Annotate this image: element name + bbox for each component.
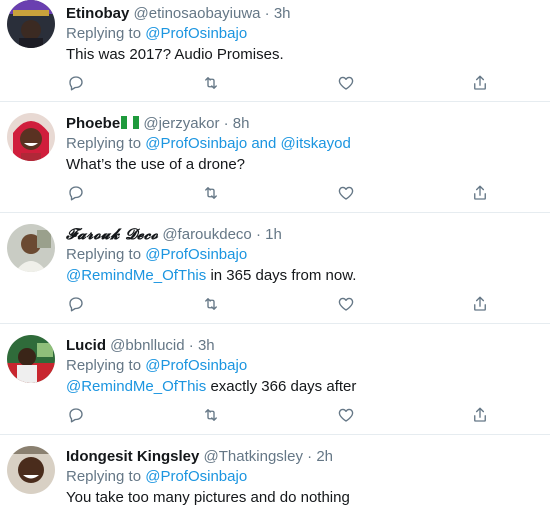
replying-to: Replying to @ProfOsinbajo [66, 356, 542, 376]
user-handle[interactable]: @Thatkingsley [204, 448, 303, 465]
display-name[interactable]: 𝓕𝓪𝓻𝓸𝓾𝓴 𝓓𝓮𝓬𝓸 [66, 225, 158, 243]
tweet-text: @RemindMe_OfThis in 365 days from now. [66, 266, 542, 286]
avatar[interactable] [7, 113, 55, 161]
share-icon[interactable] [470, 73, 490, 93]
retweet-icon[interactable] [201, 405, 221, 425]
avatar[interactable] [7, 224, 55, 272]
replying-to: Replying to @ProfOsinbajo and @itskayod [66, 134, 542, 154]
tweet-text: This was 2017? Audio Promises. [66, 46, 284, 63]
display-name[interactable]: Etinobay [66, 5, 129, 22]
like-icon[interactable] [336, 73, 356, 93]
timestamp[interactable]: 2h [316, 448, 333, 465]
mention-link[interactable]: @ProfOsinbajo [145, 25, 247, 42]
mention-link[interactable]: @ProfOsinbajo [145, 357, 247, 374]
separator: · [188, 337, 194, 354]
replying-to-label: Replying to [66, 468, 142, 485]
mention-conjunction: and [251, 135, 277, 152]
tweet-header: Lucid @bbnllucid · 3h [66, 336, 542, 355]
tweet-text: You take too many pictures and do nothin… [66, 489, 350, 506]
tweet-body: in 365 days from now. [206, 267, 357, 284]
timestamp[interactable]: 8h [233, 115, 250, 132]
user-handle[interactable]: @faroukdeco [162, 226, 251, 243]
replying-to-label: Replying to [66, 357, 142, 374]
user-handle[interactable]: @etinosaobayiuwa [134, 5, 261, 22]
reply-icon[interactable] [66, 73, 86, 93]
tweet[interactable]: Etinobay @etinosaobayiuwa · 3h Replying … [0, 0, 550, 102]
user-handle[interactable]: @jerzyakor [143, 115, 219, 132]
replying-to: Replying to @ProfOsinbajo [66, 245, 542, 265]
separator: · [255, 226, 261, 243]
tweet-text: @RemindMe_OfThis exactly 366 days after [66, 377, 542, 397]
user-handle[interactable]: @bbnllucid [110, 337, 184, 354]
like-icon[interactable] [336, 294, 356, 314]
action-bar [66, 73, 486, 93]
tweet[interactable]: Idongesit Kingsley @Thatkingsley · 2h Re… [0, 435, 550, 511]
tweet[interactable]: 𝓕𝓪𝓻𝓸𝓾𝓴 𝓓𝓮𝓬𝓸 @faroukdeco · 1h Replying to… [0, 213, 550, 324]
separator: · [307, 448, 313, 465]
display-name[interactable]: Phoebe [66, 115, 120, 132]
reply-icon[interactable] [66, 294, 86, 314]
tweet-header: Phoebe @jerzyakor · 8h [66, 114, 542, 133]
share-icon[interactable] [470, 294, 490, 314]
replying-to-label: Replying to [66, 246, 142, 263]
action-bar [66, 405, 486, 425]
share-icon[interactable] [470, 405, 490, 425]
replying-to-label: Replying to [66, 135, 142, 152]
mention-link[interactable]: @ProfOsinbajo [145, 246, 247, 263]
tweet-body: exactly 366 days after [206, 378, 357, 395]
timestamp[interactable]: 3h [274, 5, 291, 22]
tweet[interactable]: Lucid @bbnllucid · 3h Replying to @ProfO… [0, 324, 550, 435]
tweet-header: 𝓕𝓪𝓻𝓸𝓾𝓴 𝓓𝓮𝓬𝓸 @faroukdeco · 1h [66, 225, 542, 244]
tweet-header: Idongesit Kingsley @Thatkingsley · 2h [66, 447, 542, 466]
retweet-icon[interactable] [201, 73, 221, 93]
replying-to: Replying to @ProfOsinbajo [66, 467, 542, 487]
separator: · [264, 5, 270, 22]
retweet-icon[interactable] [201, 183, 221, 203]
reply-icon[interactable] [66, 183, 86, 203]
mention-link[interactable]: @ProfOsinbajo [145, 135, 247, 152]
nigeria-flag-icon [121, 115, 140, 129]
replying-to-label: Replying to [66, 25, 142, 42]
avatar[interactable] [7, 446, 55, 494]
replying-to: Replying to @ProfOsinbajo [66, 24, 542, 44]
action-bar [66, 183, 486, 203]
tweet[interactable]: Phoebe @jerzyakor · 8h Replying to @Prof… [0, 102, 550, 213]
tweet-text: What’s the use of a drone? [66, 156, 246, 173]
mention-link[interactable]: @RemindMe_OfThis [66, 378, 206, 395]
action-bar [66, 294, 486, 314]
like-icon[interactable] [336, 183, 356, 203]
tweet-header: Etinobay @etinosaobayiuwa · 3h [66, 4, 542, 23]
timestamp[interactable]: 1h [265, 226, 282, 243]
mention-link[interactable]: @itskayod [281, 135, 351, 152]
avatar[interactable] [7, 335, 55, 383]
retweet-icon[interactable] [201, 294, 221, 314]
display-name[interactable]: Lucid [66, 337, 106, 354]
timestamp[interactable]: 3h [198, 337, 215, 354]
mention-link[interactable]: @ProfOsinbajo [145, 468, 247, 485]
reply-icon[interactable] [66, 405, 86, 425]
like-icon[interactable] [336, 405, 356, 425]
mention-link[interactable]: @RemindMe_OfThis [66, 267, 206, 284]
share-icon[interactable] [470, 183, 490, 203]
separator: · [223, 115, 229, 132]
avatar[interactable] [7, 0, 55, 48]
display-name[interactable]: Idongesit Kingsley [66, 448, 199, 465]
